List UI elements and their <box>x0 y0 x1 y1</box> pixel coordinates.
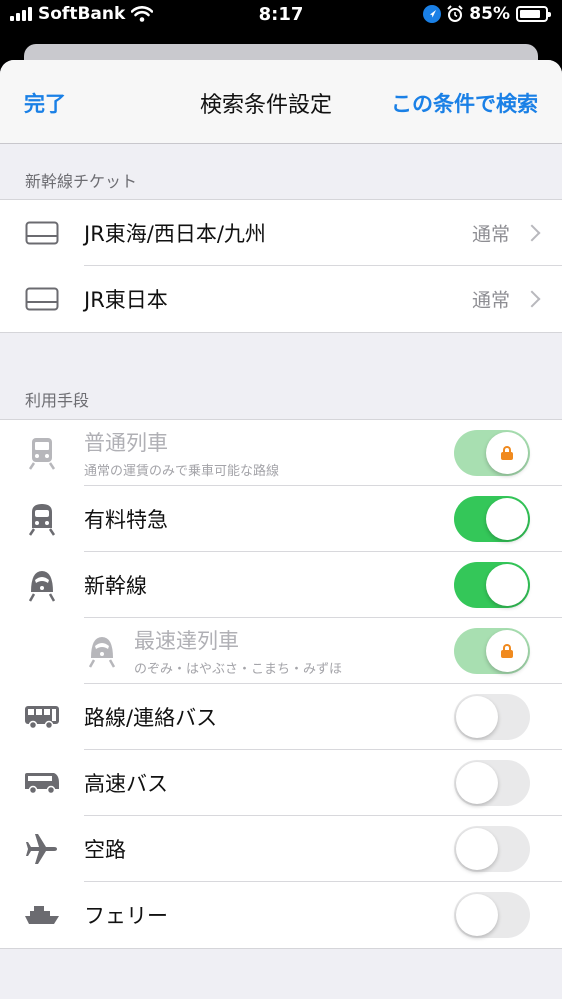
transport-row-air: 空路 <box>0 816 562 882</box>
ticket-row-jr-east[interactable]: JR東日本 通常 <box>0 266 562 332</box>
ticket-label: JR東海/西日本/九州 <box>84 222 266 246</box>
transport-label: 最速達列車 <box>134 629 239 653</box>
transport-label: 有料特急 <box>84 508 168 532</box>
fastest-train-toggle <box>454 628 530 674</box>
status-right: 85% <box>423 4 551 24</box>
battery-percent: 85% <box>469 4 510 24</box>
chevron-right-icon <box>523 224 541 242</box>
ferry-toggle[interactable] <box>454 892 530 938</box>
card-icon <box>24 215 60 251</box>
transport-sublabel: 通常の運賃のみで乗車可能な路線 <box>84 464 280 479</box>
transport-label: フェリー <box>84 904 168 928</box>
ticket-value: 通常 <box>471 289 510 312</box>
lock-icon <box>500 644 514 658</box>
tickets-section-header: 新幹線チケット <box>25 172 138 191</box>
express-toggle[interactable] <box>454 496 530 542</box>
route-bus-toggle[interactable] <box>454 694 530 740</box>
route-bus-icon <box>24 699 60 735</box>
chevron-right-icon <box>523 290 541 308</box>
tickets-group: JR東海/西日本/九州 通常 JR東日本 通常 <box>0 199 562 333</box>
transport-section-header: 利用手段 <box>25 391 90 410</box>
transport-label: 高速バス <box>84 772 168 796</box>
local-train-toggle <box>454 430 530 476</box>
ticket-label: JR東日本 <box>84 288 168 312</box>
highway-bus-toggle[interactable] <box>454 760 530 806</box>
shinkansen-toggle[interactable] <box>454 562 530 608</box>
transport-row-ferry: フェリー <box>0 882 562 948</box>
transport-row-highway-bus: 高速バス <box>0 750 562 816</box>
express-train-icon <box>24 501 60 537</box>
nav-bar: 完了 検索条件設定 この条件で検索 <box>0 60 562 144</box>
location-icon <box>423 5 442 23</box>
airplane-icon <box>24 831 60 867</box>
transport-label: 新幹線 <box>84 574 147 598</box>
status-bar: SoftBank 8:17 85% <box>0 0 562 34</box>
local-train-icon <box>24 435 60 471</box>
transport-sublabel: のぞみ・はやぶさ・こまち・みずほ <box>134 662 343 677</box>
card-icon <box>24 281 60 317</box>
lock-icon <box>500 446 514 460</box>
ticket-value: 通常 <box>471 223 510 246</box>
transport-row-route-bus: 路線/連絡バス <box>0 684 562 750</box>
ferry-icon <box>24 897 60 933</box>
transport-label: 空路 <box>84 838 126 862</box>
transport-row-shinkansen: 新幹線 <box>0 552 562 618</box>
transport-row-fastest: 最速達列車 のぞみ・はやぶさ・こまち・みずほ <box>0 618 562 684</box>
ticket-row-jr-central[interactable]: JR東海/西日本/九州 通常 <box>0 200 562 266</box>
transport-row-local-train: 普通列車 通常の運賃のみで乗車可能な路線 <box>0 420 562 486</box>
transport-row-express: 有料特急 <box>0 486 562 552</box>
fastest-train-icon <box>84 633 120 669</box>
air-toggle[interactable] <box>454 826 530 872</box>
page-title: 検索条件設定 <box>200 93 333 118</box>
done-button[interactable]: 完了 <box>24 88 66 118</box>
search-with-conditions-button[interactable]: この条件で検索 <box>391 88 538 118</box>
transport-label: 路線/連絡バス <box>84 706 218 730</box>
settings-sheet: 完了 検索条件設定 この条件で検索 新幹線チケット JR東海/西日本/九州 通常… <box>0 60 562 999</box>
transport-group: 普通列車 通常の運賃のみで乗車可能な路線 有料特急 新幹線 最速達列車 のぞみ・… <box>0 419 562 949</box>
highway-bus-icon <box>24 765 60 801</box>
alarm-icon <box>447 5 464 22</box>
battery-icon <box>516 6 551 22</box>
shinkansen-icon <box>24 567 60 603</box>
transport-label: 普通列車 <box>84 431 168 455</box>
